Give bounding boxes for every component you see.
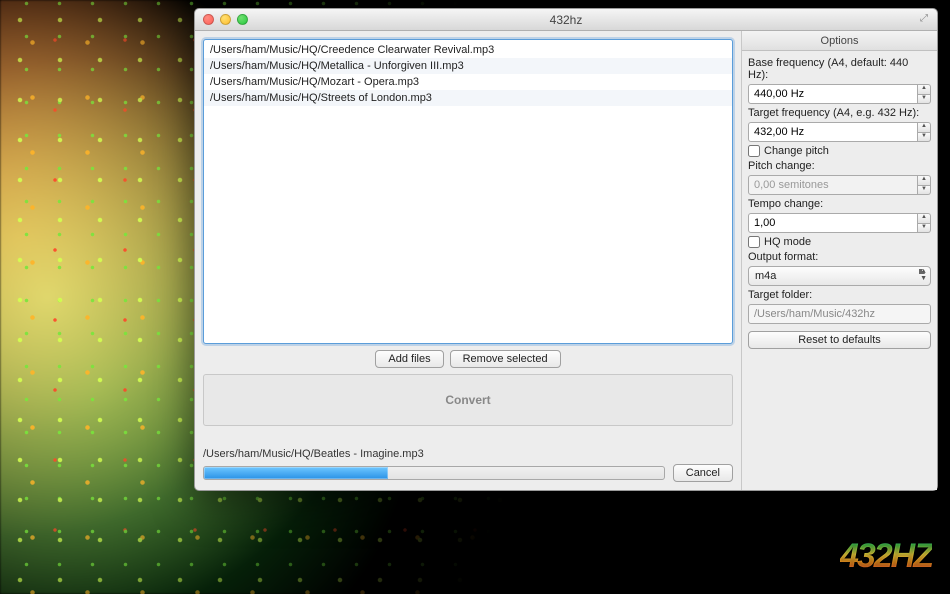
titlebar[interactable]: 432hz ⤢ xyxy=(195,9,937,31)
fullscreen-icon[interactable]: ⤢ xyxy=(917,14,931,26)
change-pitch-label: Change pitch xyxy=(764,145,829,157)
app-window: 432hz ⤢ /Users/ham/Music/HQ/Creedence Cl… xyxy=(194,8,938,491)
progress-fill xyxy=(204,467,388,479)
target-freq-label: Target frequency (A4, e.g. 432 Hz): xyxy=(748,107,931,119)
add-files-button[interactable]: Add files xyxy=(375,350,443,368)
pitch-change-input xyxy=(748,175,918,195)
options-header: Options xyxy=(742,31,937,51)
options-panel: Options Base frequency (A4, default: 440… xyxy=(741,31,937,490)
output-format-value: m4a xyxy=(748,266,931,286)
output-format-label: Output format: xyxy=(748,251,931,263)
remove-selected-button[interactable]: Remove selected xyxy=(450,350,561,368)
list-item[interactable]: /Users/ham/Music/HQ/Mozart - Opera.mp3 xyxy=(204,74,732,90)
base-freq-label: Base frequency (A4, default: 440 Hz): xyxy=(748,57,931,81)
list-item[interactable]: /Users/ham/Music/HQ/Metallica - Unforgiv… xyxy=(204,58,732,74)
zoom-icon[interactable] xyxy=(237,14,248,25)
cancel-button[interactable]: Cancel xyxy=(673,464,733,482)
progress-bar xyxy=(203,466,665,480)
app-logo: 432HZ xyxy=(840,537,932,576)
reset-defaults-button[interactable]: Reset to defaults xyxy=(748,331,931,349)
close-icon[interactable] xyxy=(203,14,214,25)
current-file-label: /Users/ham/Music/HQ/Beatles - Imagine.mp… xyxy=(203,448,733,460)
tempo-change-stepper[interactable]: ▲▼ xyxy=(918,213,931,233)
file-list[interactable]: /Users/ham/Music/HQ/Creedence Clearwater… xyxy=(203,39,733,344)
list-item[interactable]: /Users/ham/Music/HQ/Streets of London.mp… xyxy=(204,90,732,106)
hq-mode-checkbox[interactable] xyxy=(748,236,760,248)
tempo-change-input[interactable] xyxy=(748,213,918,233)
base-freq-stepper[interactable]: ▲▼ xyxy=(918,84,931,104)
target-folder-label: Target folder: xyxy=(748,289,931,301)
change-pitch-checkbox[interactable] xyxy=(748,145,760,157)
target-freq-input[interactable] xyxy=(748,122,918,142)
list-item[interactable]: /Users/ham/Music/HQ/Creedence Clearwater… xyxy=(204,42,732,58)
tempo-change-label: Tempo change: xyxy=(748,198,931,210)
minimize-icon[interactable] xyxy=(220,14,231,25)
pitch-change-label: Pitch change: xyxy=(748,160,931,172)
hq-mode-label: HQ mode xyxy=(764,236,811,248)
base-freq-input[interactable] xyxy=(748,84,918,104)
window-title: 432hz xyxy=(195,13,937,27)
target-freq-stepper[interactable]: ▲▼ xyxy=(918,122,931,142)
output-format-select[interactable]: m4a ▲▼ xyxy=(748,266,931,286)
pitch-change-stepper[interactable]: ▲▼ xyxy=(918,175,931,195)
target-folder-field[interactable]: /Users/ham/Music/432hz xyxy=(748,304,931,324)
convert-button[interactable]: Convert xyxy=(203,374,733,426)
